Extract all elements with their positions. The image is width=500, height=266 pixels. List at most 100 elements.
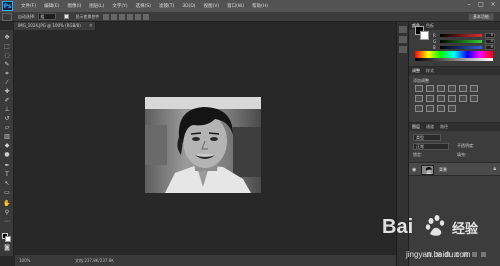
move-tool-icon[interactable]: ✥ bbox=[3, 34, 11, 41]
document-size-info[interactable]: 文档:237.8K/237.8K bbox=[75, 258, 114, 264]
green-slider[interactable]: G 0 bbox=[433, 39, 499, 44]
layer-row-background[interactable]: ◉ 背景 🔒︎ bbox=[409, 162, 500, 176]
color-panel-background[interactable] bbox=[420, 31, 429, 40]
invert-icon[interactable] bbox=[470, 95, 478, 102]
menu-edit[interactable]: 编辑(E) bbox=[44, 3, 59, 9]
delete-layer-icon[interactable] bbox=[481, 251, 486, 257]
eyedropper-tool-icon[interactable]: ⁄ bbox=[3, 79, 11, 86]
eraser-tool-icon[interactable]: ▱ bbox=[3, 124, 11, 131]
red-slider[interactable]: R 0 bbox=[433, 33, 499, 38]
levels-icon[interactable] bbox=[426, 85, 434, 92]
clone-stamp-tool-icon[interactable]: ⊥ bbox=[3, 106, 11, 113]
menu-filter[interactable]: 滤镜(T) bbox=[159, 3, 174, 9]
close-button[interactable]: × bbox=[489, 1, 497, 9]
gradient-map-icon[interactable] bbox=[437, 105, 445, 112]
hand-tool-icon[interactable]: ✋ bbox=[3, 200, 11, 207]
document-tab[interactable]: IMG_1024.JPG @ 100% (RGB/8) × bbox=[14, 22, 96, 30]
photo-filter-icon[interactable] bbox=[437, 95, 445, 102]
more-tools-icon[interactable]: ⋯ bbox=[3, 218, 11, 225]
canvas-area[interactable] bbox=[15, 30, 396, 255]
black-white-icon[interactable] bbox=[426, 95, 434, 102]
history-panel-icon[interactable] bbox=[399, 26, 407, 33]
show-transform-checkbox[interactable] bbox=[64, 14, 70, 19]
eye-icon[interactable]: ◉ bbox=[412, 167, 416, 173]
menu-help[interactable]: 帮助(H) bbox=[252, 3, 268, 9]
grayscale-ramp[interactable] bbox=[415, 58, 493, 61]
layer-filter-dropdown[interactable]: 类型 bbox=[413, 134, 441, 141]
gradient-tool-icon[interactable]: ▥ bbox=[3, 133, 11, 140]
menu-file[interactable]: 文件(F) bbox=[21, 3, 36, 9]
properties-panel-icon[interactable] bbox=[399, 36, 407, 43]
marquee-tool-icon[interactable]: ⬚ bbox=[3, 43, 11, 50]
blue-slider[interactable]: B 0 bbox=[433, 45, 499, 50]
tab-layers[interactable]: 图层 bbox=[412, 124, 420, 130]
path-select-tool-icon[interactable]: ↖ bbox=[3, 180, 11, 187]
align-right-icon[interactable] bbox=[143, 13, 150, 20]
color-lookup-icon[interactable] bbox=[459, 95, 467, 102]
selective-color-icon[interactable] bbox=[448, 105, 456, 112]
layer-style-icon[interactable] bbox=[436, 251, 441, 257]
align-bottom-icon[interactable] bbox=[119, 13, 126, 20]
hue-saturation-icon[interactable] bbox=[470, 85, 478, 92]
new-adjustment-icon[interactable] bbox=[454, 251, 459, 257]
minimize-button[interactable]: – bbox=[465, 1, 473, 9]
healing-brush-tool-icon[interactable]: ✚ bbox=[3, 88, 11, 95]
menu-type[interactable]: 文字(Y) bbox=[112, 3, 127, 9]
channel-mixer-icon[interactable] bbox=[448, 95, 456, 102]
red-slider-track[interactable] bbox=[440, 34, 482, 37]
link-layers-icon[interactable] bbox=[427, 251, 432, 257]
color-balance-icon[interactable] bbox=[415, 95, 423, 102]
brush-tool-icon[interactable]: ✐ bbox=[3, 97, 11, 104]
history-brush-tool-icon[interactable]: ↺ bbox=[3, 115, 11, 122]
document-close-icon[interactable]: × bbox=[89, 22, 93, 30]
background-color-swatch[interactable] bbox=[5, 236, 11, 242]
menu-view[interactable]: 视图(V) bbox=[204, 3, 220, 9]
menu-image[interactable]: 图像(I) bbox=[67, 3, 81, 9]
green-value[interactable]: 0 bbox=[485, 39, 495, 44]
red-value[interactable]: 0 bbox=[485, 33, 495, 38]
green-slider-track[interactable] bbox=[440, 40, 482, 43]
quick-select-tool-icon[interactable]: ✎ bbox=[3, 61, 11, 68]
exposure-icon[interactable] bbox=[448, 85, 456, 92]
blend-mode-dropdown[interactable]: 正常 bbox=[413, 143, 449, 150]
new-layer-icon[interactable] bbox=[472, 251, 477, 257]
crop-tool-icon[interactable]: ⌗ bbox=[3, 70, 11, 77]
tab-styles[interactable]: 样式 bbox=[426, 68, 434, 74]
lasso-tool-icon[interactable]: ◌ bbox=[3, 52, 11, 59]
new-group-icon[interactable] bbox=[463, 251, 468, 257]
blue-slider-track[interactable] bbox=[440, 46, 482, 49]
color-spectrum[interactable] bbox=[415, 51, 493, 58]
quick-mask-icon[interactable]: ◙ bbox=[3, 244, 11, 251]
menu-3d[interactable]: 3D(D) bbox=[182, 4, 195, 9]
pen-tool-icon[interactable]: ✒ bbox=[3, 162, 11, 169]
tab-paths[interactable]: 路径 bbox=[440, 124, 448, 130]
menu-layer[interactable]: 图层(L) bbox=[89, 3, 104, 9]
tab-channels[interactable]: 通道 bbox=[426, 124, 434, 130]
blue-value[interactable]: 0 bbox=[485, 45, 495, 50]
align-left-icon[interactable] bbox=[127, 13, 134, 20]
menu-window[interactable]: 窗口(W) bbox=[227, 3, 244, 9]
layer-name[interactable]: 背景 bbox=[439, 167, 447, 173]
tab-swatches[interactable]: 色板 bbox=[426, 23, 434, 29]
blur-tool-icon[interactable]: ◆ bbox=[3, 142, 11, 149]
maximize-button[interactable]: □ bbox=[477, 1, 485, 9]
dodge-tool-icon[interactable]: ● bbox=[3, 151, 11, 158]
move-tool-preset-icon[interactable] bbox=[2, 12, 12, 21]
curves-icon[interactable] bbox=[437, 85, 445, 92]
workspace-switcher[interactable]: 基本功能 bbox=[468, 13, 494, 21]
align-middle-icon[interactable] bbox=[111, 13, 118, 20]
zoom-tool-icon[interactable]: ⚲ bbox=[3, 209, 11, 216]
shape-tool-icon[interactable]: ▭ bbox=[3, 189, 11, 196]
menu-select[interactable]: 选择(S) bbox=[136, 3, 151, 9]
add-mask-icon[interactable] bbox=[445, 251, 450, 257]
posterize-icon[interactable] bbox=[415, 105, 423, 112]
info-panel-icon[interactable] bbox=[399, 46, 407, 53]
brightness-contrast-icon[interactable] bbox=[415, 85, 423, 92]
threshold-icon[interactable] bbox=[426, 105, 434, 112]
auto-select-dropdown[interactable]: 组 bbox=[38, 13, 57, 20]
vibrance-icon[interactable] bbox=[459, 85, 467, 92]
align-top-icon[interactable] bbox=[103, 13, 110, 20]
zoom-level[interactable]: 100% bbox=[19, 258, 33, 263]
type-tool-icon[interactable]: T bbox=[3, 171, 11, 178]
tab-adjustments[interactable]: 调整 bbox=[412, 68, 420, 74]
